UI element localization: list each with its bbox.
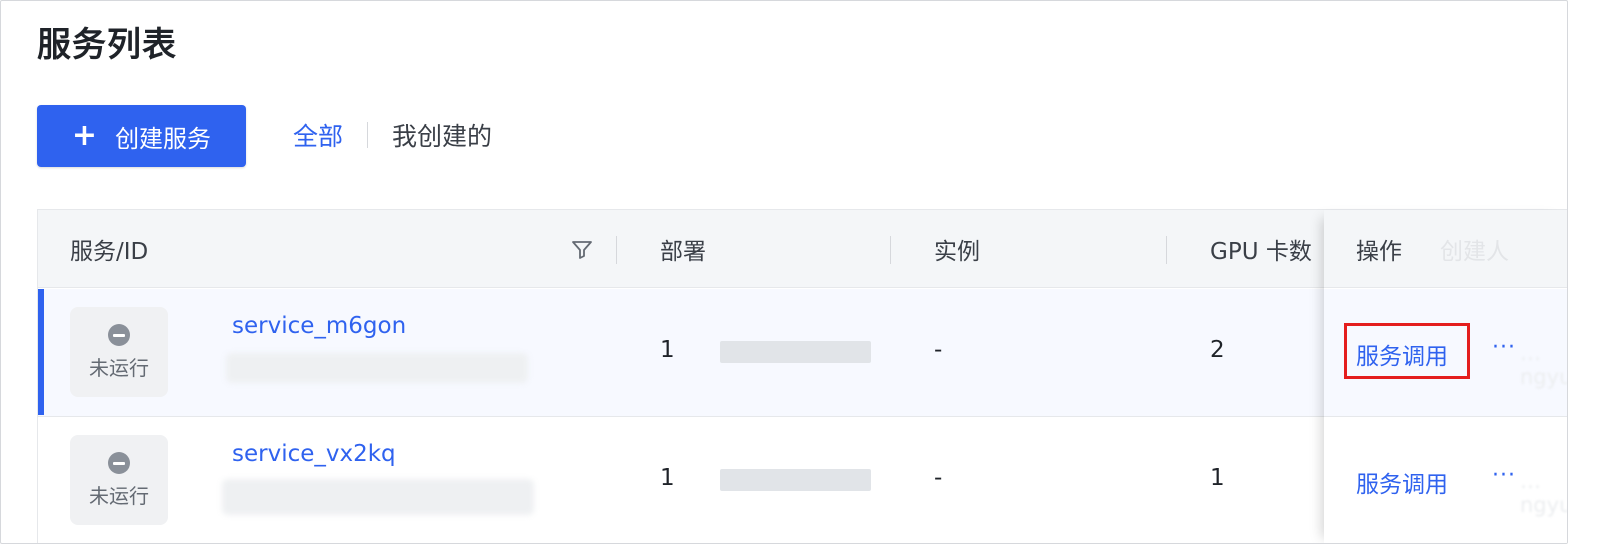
gpu-count: 1 — [1210, 465, 1225, 491]
instance-value: - — [934, 337, 943, 363]
actions-column: 操作 创建人 …ngyuan 服务调用 ··· …ngyuan 服务调用 ··· — [1324, 210, 1567, 543]
filter-icon[interactable] — [570, 237, 594, 261]
actions-header: 操作 创建人 — [1324, 210, 1567, 288]
service-name-link[interactable]: service_m6gon — [232, 313, 406, 339]
deploy-count: 1 — [660, 337, 675, 363]
creator-name: …ngyuan — [1520, 341, 1567, 389]
column-header-instance: 实例 — [934, 239, 980, 265]
actions-cell: …ngyuan 服务调用 ··· — [1324, 417, 1567, 543]
create-service-button[interactable]: + 创建服务 — [37, 105, 246, 167]
status-badge: 未运行 — [70, 307, 168, 397]
column-header-gpu: GPU 卡数 — [1210, 239, 1312, 265]
column-header-creator: 创建人 — [1440, 238, 1509, 265]
page-title: 服务列表 — [37, 25, 177, 65]
creator-name: …ngyuan — [1520, 469, 1567, 517]
deploy-placeholder-bar — [720, 469, 871, 491]
invoke-service-link[interactable]: 服务调用 — [1356, 337, 1448, 371]
service-id-redacted — [222, 479, 534, 515]
service-id-redacted — [226, 353, 528, 383]
stopped-icon — [108, 451, 130, 474]
column-divider — [890, 236, 891, 264]
column-divider — [616, 236, 617, 264]
deploy-count: 1 — [660, 465, 675, 491]
actions-cell: …ngyuan 服务调用 ··· — [1324, 289, 1567, 417]
deploy-placeholder-bar — [720, 341, 871, 363]
column-header-actions: 操作 — [1356, 238, 1402, 265]
service-name-link[interactable]: service_vx2kq — [232, 441, 396, 467]
status-badge: 未运行 — [70, 435, 168, 525]
gpu-count: 2 — [1210, 337, 1225, 363]
plus-icon: + — [71, 118, 98, 153]
column-divider — [1166, 236, 1167, 264]
more-actions-icon[interactable]: ··· — [1492, 463, 1516, 488]
column-header-deploy: 部署 — [660, 239, 706, 265]
filter-tabs: 全部 我创建的 — [293, 117, 492, 153]
create-service-label: 创建服务 — [115, 124, 212, 153]
more-actions-icon[interactable]: ··· — [1492, 335, 1516, 360]
column-header-service: 服务/ID — [70, 239, 149, 265]
invoke-service-link[interactable]: 服务调用 — [1356, 465, 1448, 499]
tab-divider — [367, 122, 369, 148]
status-text: 未运行 — [89, 483, 149, 508]
status-text: 未运行 — [89, 355, 149, 380]
tab-all[interactable]: 全部 — [293, 117, 343, 153]
stopped-icon — [108, 323, 130, 346]
instance-value: - — [934, 465, 943, 491]
tab-mine[interactable]: 我创建的 — [392, 117, 492, 153]
service-table: 服务/ID 部署 实例 GPU 卡数 未运行 service_m6gon 1 -… — [37, 209, 1567, 543]
service-list-page: 服务列表 + 创建服务 全部 我创建的 服务/ID 部署 实例 GPU 卡数 未… — [0, 0, 1568, 544]
